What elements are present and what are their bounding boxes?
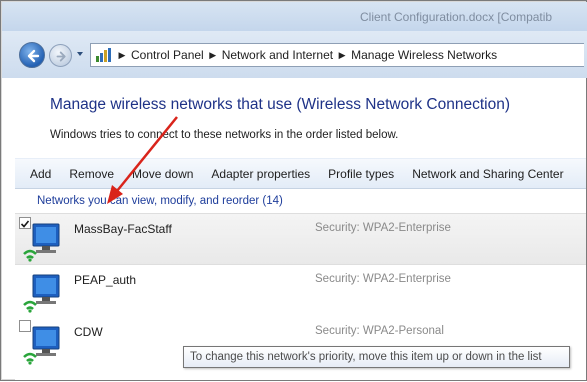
list-item[interactable]: MassBay-FacStaff Security: WPA2-Enterpri… xyxy=(15,213,586,265)
chevron-right-icon[interactable]: ▶ xyxy=(333,50,351,61)
back-arrow-icon xyxy=(27,49,40,63)
forward-arrow-icon xyxy=(56,51,66,62)
network-group-header: Networks you can view, modify, and reord… xyxy=(37,195,283,207)
network-sharing-center-button[interactable]: Network and Sharing Center xyxy=(403,159,572,188)
adapter-properties-button[interactable]: Adapter properties xyxy=(202,159,319,188)
remove-button[interactable]: Remove xyxy=(60,159,123,188)
history-dropdown-icon[interactable] xyxy=(75,49,85,59)
add-button[interactable]: Add xyxy=(15,159,60,188)
network-checkbox[interactable] xyxy=(19,320,31,332)
main-content: Manage wireless networks that use (Wirel… xyxy=(15,78,586,380)
checkmark-icon xyxy=(20,220,30,228)
window-title: Client Configuration.docx [Compatib xyxy=(360,10,553,24)
list-item[interactable]: PEAP_auth Security: WPA2-Enterprise xyxy=(15,265,586,317)
title-bar: Client Configuration.docx [Compatib xyxy=(2,2,587,31)
network-name: MassBay-FacStaff xyxy=(74,222,172,236)
back-button[interactable] xyxy=(19,42,45,68)
move-down-button[interactable]: Move down xyxy=(123,159,202,188)
command-bar: Add Remove Move down Adapter properties … xyxy=(15,158,586,189)
breadcrumb-control-panel[interactable]: Control Panel xyxy=(131,48,204,62)
page-title: Manage wireless networks that use (Wirel… xyxy=(50,96,511,113)
wireless-network-icon xyxy=(21,269,63,313)
network-security: Security: WPA2-Personal xyxy=(315,325,444,337)
profile-types-button[interactable]: Profile types xyxy=(319,159,403,188)
network-name: CDW xyxy=(74,325,103,339)
chevron-right-icon[interactable]: ▶ xyxy=(204,50,222,61)
window-frame: Client Configuration.docx [Compatib ▶ Co… xyxy=(0,0,587,381)
forward-button[interactable] xyxy=(49,44,72,67)
network-security: Security: WPA2-Enterprise xyxy=(315,222,451,234)
breadcrumb-manage-wireless-networks[interactable]: Manage Wireless Networks xyxy=(351,48,497,62)
network-security: Security: WPA2-Enterprise xyxy=(315,273,451,285)
chevron-right-icon[interactable]: ▶ xyxy=(113,50,131,61)
breadcrumb-network-and-internet[interactable]: Network and Internet xyxy=(222,48,333,62)
page-description: Windows tries to connect to these networ… xyxy=(50,129,399,141)
address-bar[interactable]: ▶ Control Panel ▶ Network and Internet ▶… xyxy=(90,43,584,67)
network-name: PEAP_auth xyxy=(74,273,137,287)
navigation-bar: ▶ Control Panel ▶ Network and Internet ▶… xyxy=(2,31,587,78)
control-panel-icon xyxy=(95,47,113,63)
network-checkbox[interactable] xyxy=(19,217,31,229)
tooltip: To change this network's priority, move … xyxy=(183,346,570,368)
